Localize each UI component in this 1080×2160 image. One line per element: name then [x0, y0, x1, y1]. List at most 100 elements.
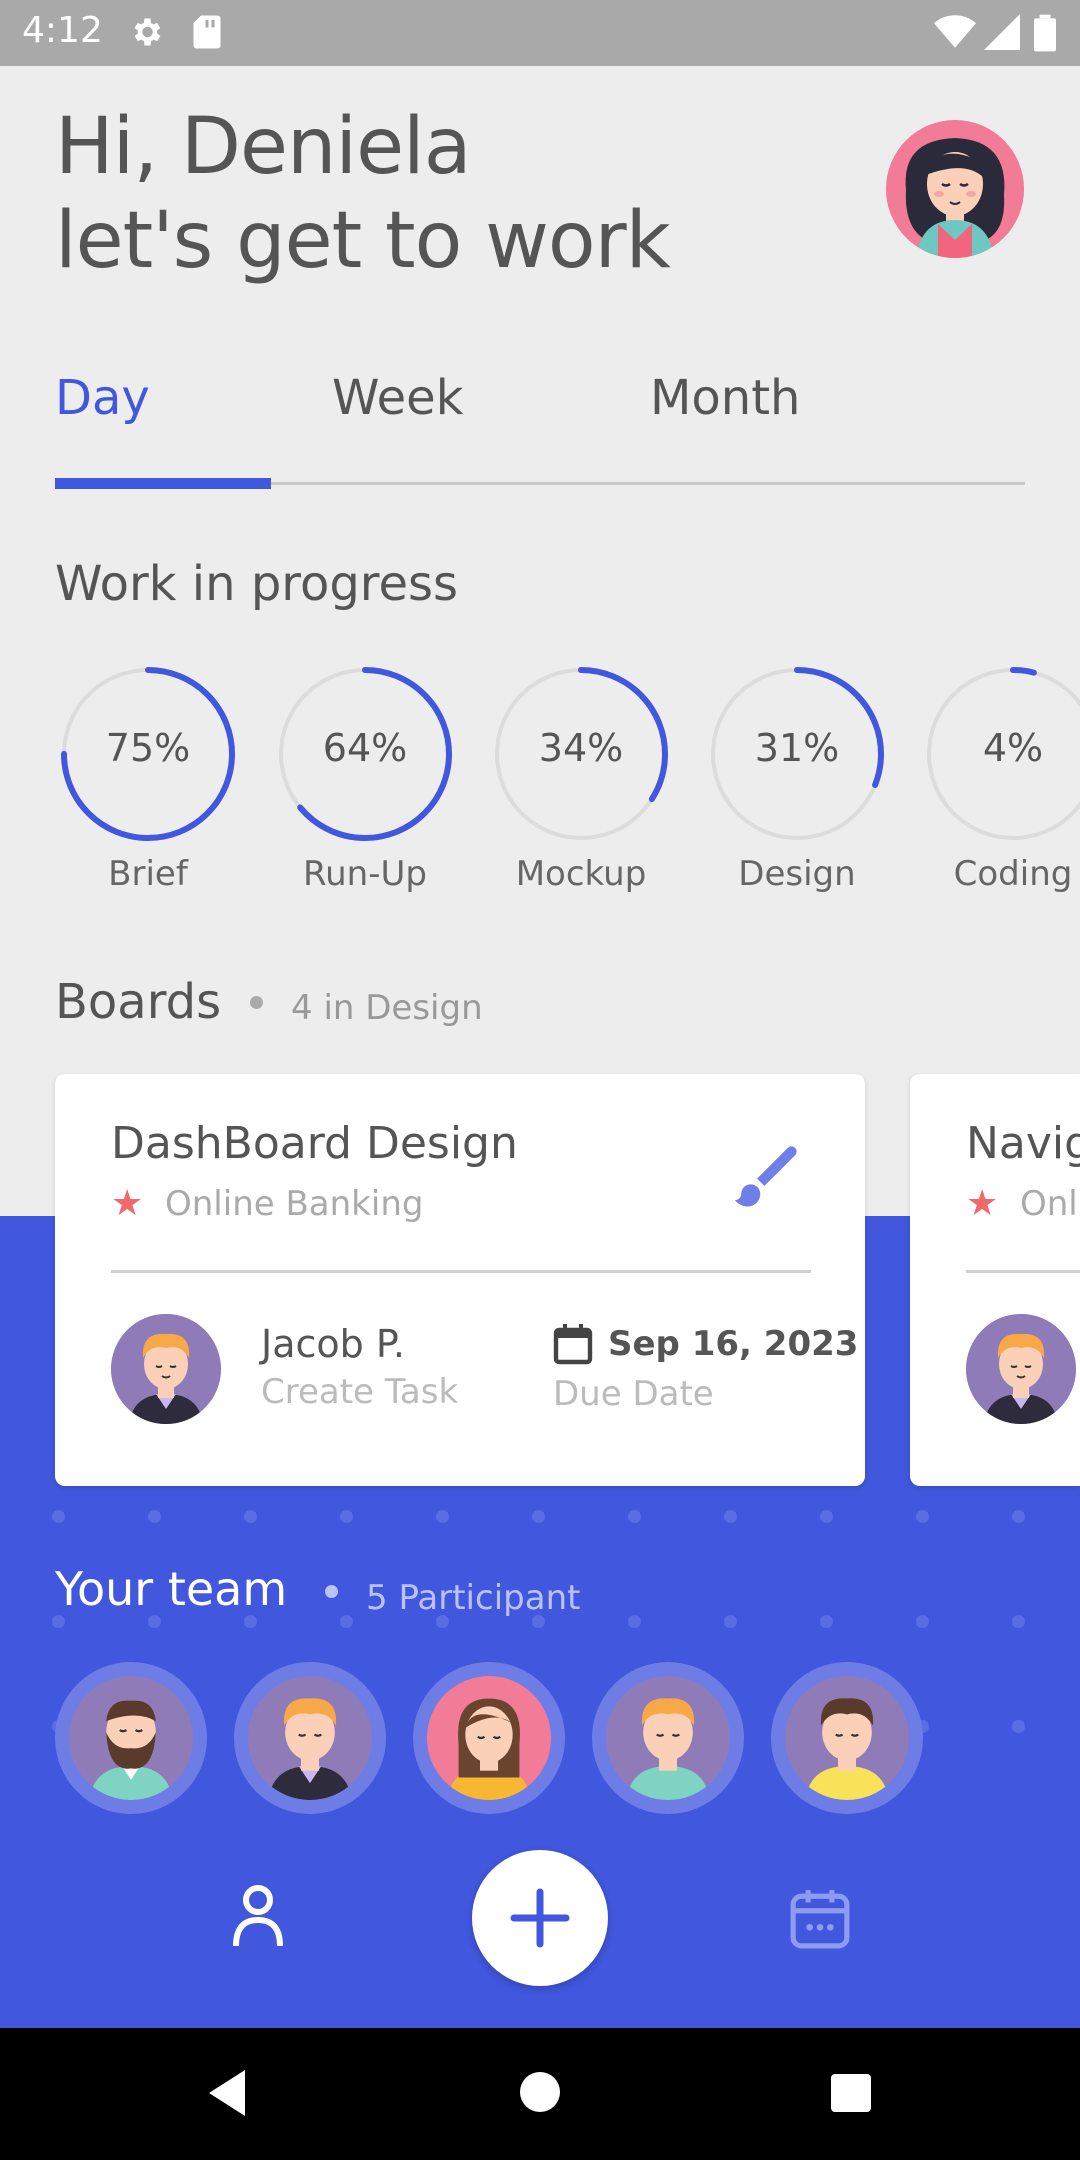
man-avatar-icon	[626, 1698, 710, 1800]
board-card[interactable]: DashBoard Design ★ Online Banking Jacob …	[55, 1074, 865, 1486]
progress-label: Design	[738, 854, 856, 894]
decorative-dot	[1012, 1615, 1025, 1628]
star-icon: ★	[966, 1182, 999, 1223]
progress-ring[interactable]: 34%	[491, 664, 671, 844]
due-date-label: Due Date	[553, 1374, 714, 1414]
separator-dot	[325, 1585, 338, 1598]
decorative-dot	[1012, 1510, 1025, 1523]
man-avatar-icon	[268, 1698, 352, 1800]
decorative-dot	[628, 1615, 641, 1628]
progress-ring[interactable]: 31%	[707, 664, 887, 844]
decorative-dot	[148, 1510, 161, 1523]
decorative-dot	[916, 1510, 929, 1523]
decorative-dot	[52, 1510, 65, 1523]
user-avatar[interactable]	[886, 120, 1024, 258]
progress-label: Brief	[108, 854, 188, 894]
calendar-icon	[553, 1322, 593, 1371]
team-count: 5 Participant	[366, 1578, 581, 1618]
man-avatar-icon	[805, 1698, 889, 1800]
assignee-avatar[interactable]	[966, 1314, 1076, 1424]
team-member-avatar[interactable]	[592, 1662, 744, 1814]
card-divider	[111, 1270, 811, 1273]
tab-indicator	[55, 478, 271, 489]
separator-dot	[250, 996, 263, 1009]
progress-label: Mockup	[515, 854, 647, 894]
tab-month[interactable]: Month	[650, 370, 800, 426]
tab-day[interactable]: Day	[55, 370, 150, 426]
progress-title: Work in progress	[55, 556, 459, 612]
greeting-line-1: Hi, Deniela	[55, 102, 472, 192]
team-member-avatar[interactable]	[413, 1662, 565, 1814]
greeting-line-2: let's get to work	[55, 196, 671, 286]
star-icon: ★	[111, 1182, 144, 1223]
assignee-name: Jacob P.	[261, 1322, 405, 1366]
calendar-nav-button[interactable]	[789, 1888, 851, 1955]
board-card-category: Onli	[1020, 1184, 1080, 1224]
signal-icon	[984, 14, 1020, 55]
decorative-dot	[52, 1615, 65, 1628]
decorative-dot	[340, 1615, 353, 1628]
card-divider	[966, 1270, 1080, 1273]
decorative-dot	[244, 1510, 257, 1523]
decorative-dot	[820, 1615, 833, 1628]
board-card-title: DashBoard Design	[111, 1118, 518, 1169]
plus-icon	[510, 1888, 570, 1948]
progress-percent: 64%	[322, 726, 408, 770]
woman-avatar-icon	[447, 1698, 531, 1800]
period-tabs: Day Week Month	[55, 370, 1025, 490]
decorative-dot	[724, 1510, 737, 1523]
greeting: Hi, Deniela let's get to work	[55, 100, 671, 288]
due-date: Sep 16, 2023	[608, 1324, 859, 1364]
progress-percent: 34%	[538, 726, 624, 770]
man-avatar-icon	[111, 1314, 221, 1424]
progress-ring[interactable]: 64%	[275, 664, 455, 844]
team-title: Your team	[55, 1562, 288, 1616]
decorative-dot	[916, 1615, 929, 1628]
progress-percent: 4%	[982, 726, 1044, 770]
team-member-avatar[interactable]	[234, 1662, 386, 1814]
board-card-title: Navig	[966, 1118, 1080, 1169]
profile-nav-button[interactable]	[232, 1884, 284, 1953]
progress-percent: 75%	[105, 726, 191, 770]
back-icon[interactable]	[205, 2068, 249, 2123]
board-card-category: Online Banking	[165, 1184, 424, 1224]
person-icon	[233, 1885, 283, 1947]
man-avatar-icon	[966, 1314, 1076, 1424]
decorative-dot	[532, 1510, 545, 1523]
status-time: 4:12	[22, 10, 103, 51]
decorative-dot	[340, 1510, 353, 1523]
progress-label: Coding	[953, 854, 1073, 894]
home-icon[interactable]	[518, 2070, 562, 2119]
tab-week[interactable]: Week	[332, 370, 464, 426]
decorative-dot	[244, 1615, 257, 1628]
decorative-dot	[820, 1510, 833, 1523]
paint-brush-icon[interactable]	[727, 1140, 803, 1221]
system-navigation-bar	[0, 2028, 1080, 2160]
board-card[interactable]: Navig ★ Onli	[910, 1074, 1080, 1486]
battery-icon	[1034, 14, 1056, 57]
wifi-icon	[934, 14, 976, 55]
sd-card-icon	[192, 14, 222, 55]
bearded-man-avatar-icon	[89, 1700, 173, 1800]
add-button[interactable]	[472, 1850, 608, 1986]
decorative-dot	[1012, 1720, 1025, 1733]
progress-ring[interactable]: 4%	[923, 664, 1080, 844]
team-member-avatar[interactable]	[771, 1662, 923, 1814]
assignee-avatar[interactable]	[111, 1314, 221, 1424]
progress-ring[interactable]: 75%	[58, 664, 238, 844]
boards-subtitle: 4 in Design	[291, 988, 483, 1028]
progress-percent: 31%	[754, 726, 840, 770]
status-bar: 4:12	[0, 0, 1080, 66]
boards-title: Boards	[55, 974, 222, 1030]
decorative-dot	[628, 1510, 641, 1523]
woman-avatar-icon	[886, 120, 1024, 258]
recents-icon[interactable]	[829, 2072, 873, 2119]
decorative-dot	[436, 1510, 449, 1523]
progress-label: Run-Up	[303, 854, 427, 894]
decorative-dot	[148, 1615, 161, 1628]
decorative-dot	[724, 1615, 737, 1628]
settings-icon	[128, 14, 164, 55]
team-member-avatar[interactable]	[55, 1662, 207, 1814]
calendar-icon	[790, 1890, 850, 1949]
assignee-role: Create Task	[261, 1372, 459, 1412]
